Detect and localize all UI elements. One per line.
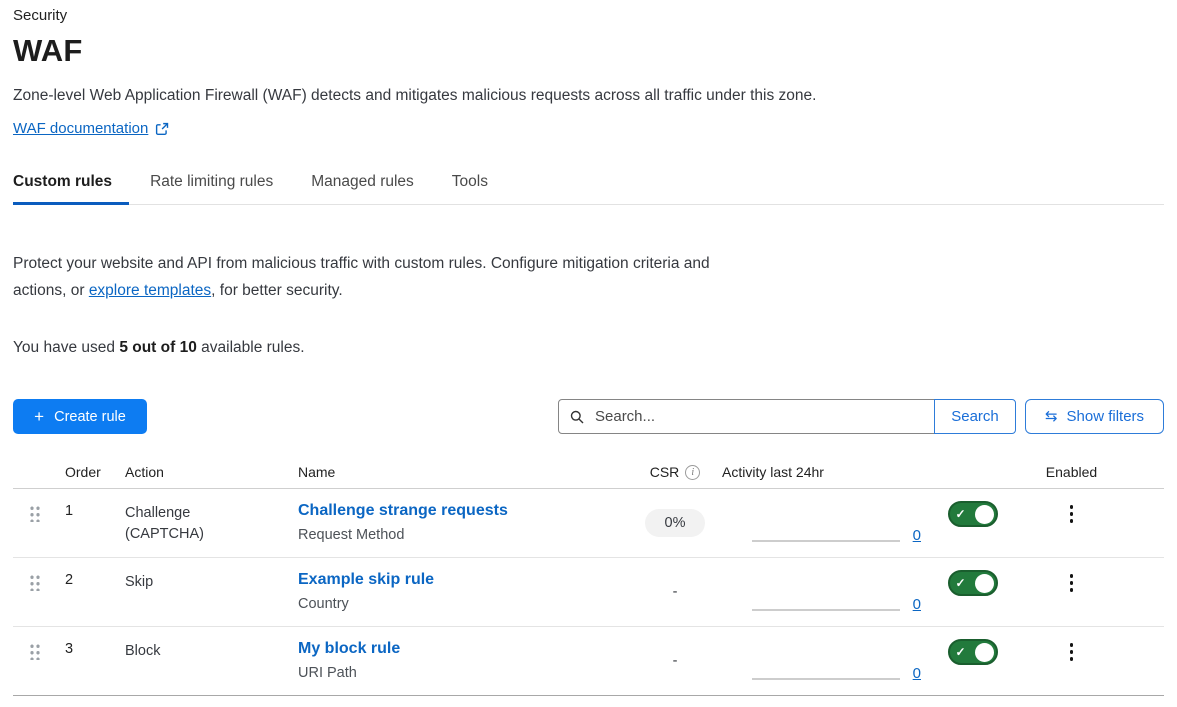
toggle-knob — [975, 574, 994, 593]
rule-name-link[interactable]: Example skip rule — [298, 570, 434, 589]
create-rule-button[interactable]: + Create rule — [13, 399, 147, 434]
csr-value: - — [673, 653, 678, 669]
rules-toolbar: + Create rule Search ⇆ Show filters — [13, 399, 1164, 434]
enabled-toggle[interactable]: ✓ — [948, 570, 998, 596]
search-box — [558, 399, 935, 434]
page-description: Zone-level Web Application Firewall (WAF… — [13, 87, 1164, 105]
plus-icon: + — [34, 408, 44, 425]
rule-order: 1 — [65, 489, 125, 519]
tab-rate-limiting-rules[interactable]: Rate limiting rules — [150, 173, 273, 204]
drag-handle-icon[interactable] — [29, 505, 40, 522]
activity-count-link[interactable]: 0 — [913, 599, 921, 611]
search-button[interactable]: Search — [934, 399, 1016, 434]
toggle-knob — [975, 643, 994, 662]
rules-table-header: Order Action Name CSR i Activity last 24… — [13, 464, 1164, 489]
activity-count-link[interactable]: 0 — [913, 530, 921, 542]
external-link-icon — [155, 122, 169, 136]
kebab-menu-icon[interactable] — [1064, 572, 1080, 594]
drag-cell — [13, 627, 65, 660]
header-activity: Activity last 24hr — [722, 464, 921, 480]
search-icon — [570, 410, 584, 424]
enabled-cell: ✓ — [921, 558, 1024, 596]
custom-rules-intro: Protect your website and API from malici… — [13, 250, 750, 304]
csr-cell: - — [628, 558, 722, 626]
rules-usage-text: You have used 5 out of 10 available rule… — [13, 339, 1164, 357]
rule-action: Skip — [125, 558, 298, 593]
menu-cell — [1024, 627, 1119, 663]
show-filters-label: Show filters — [1067, 408, 1145, 425]
page-title: WAF — [13, 33, 1164, 69]
activity-sparkline — [752, 540, 900, 542]
waf-page: Security WAF Zone-level Web Application … — [0, 0, 1177, 696]
usage-after: available rules. — [197, 339, 305, 356]
toggle-knob — [975, 505, 994, 524]
rule-order: 3 — [65, 627, 125, 657]
menu-cell — [1024, 489, 1119, 525]
header-enabled: Enabled — [1024, 464, 1119, 480]
rule-criteria: URI Path — [298, 665, 628, 681]
table-body: 1 Challenge (CAPTCHA) Challenge strange … — [13, 489, 1164, 696]
rule-action: Block — [125, 627, 298, 662]
usage-count: 5 out of 10 — [119, 339, 197, 356]
drag-cell — [13, 489, 65, 522]
table-row: 3 Block My block rule URI Path - 0 ✓ — [13, 627, 1164, 696]
enabled-toggle[interactable]: ✓ — [948, 639, 998, 665]
check-icon: ✓ — [956, 646, 966, 658]
rule-name-cell: Example skip rule Country — [298, 558, 628, 612]
rule-name-link[interactable]: Challenge strange requests — [298, 501, 508, 520]
rule-order: 2 — [65, 558, 125, 588]
menu-cell — [1024, 558, 1119, 594]
header-csr: CSR i — [628, 464, 722, 480]
table-row: 1 Challenge (CAPTCHA) Challenge strange … — [13, 489, 1164, 558]
header-name: Name — [298, 464, 628, 480]
search-input[interactable] — [593, 407, 923, 426]
enabled-cell: ✓ — [921, 627, 1024, 665]
check-icon: ✓ — [956, 508, 966, 520]
activity-sparkline — [752, 609, 900, 611]
create-rule-label: Create rule — [54, 409, 126, 425]
rule-criteria: Request Method — [298, 527, 628, 543]
kebab-menu-icon[interactable] — [1064, 641, 1080, 663]
tab-custom-rules[interactable]: Custom rules — [13, 173, 112, 204]
toolbar-right-group: Search ⇆ Show filters — [558, 399, 1164, 434]
enabled-toggle[interactable]: ✓ — [948, 501, 998, 527]
doc-link-row: WAF documentation — [13, 120, 1164, 137]
enabled-cell: ✓ — [921, 489, 1024, 527]
tab-tools[interactable]: Tools — [452, 173, 488, 204]
drag-cell — [13, 558, 65, 591]
csr-cell: 0% — [628, 489, 722, 557]
table-row: 2 Skip Example skip rule Country - 0 ✓ — [13, 558, 1164, 627]
explore-templates-link[interactable]: explore templates — [89, 282, 211, 299]
activity-sparkline — [752, 678, 900, 680]
csr-value: - — [673, 584, 678, 600]
activity-cell: 0 — [722, 489, 921, 557]
csr-value: 0% — [645, 509, 706, 537]
usage-before: You have used — [13, 339, 119, 356]
breadcrumb-security: Security — [13, 0, 1164, 24]
drag-handle-icon[interactable] — [29, 643, 40, 660]
header-order: Order — [65, 464, 125, 480]
check-icon: ✓ — [956, 577, 966, 589]
rule-criteria: Country — [298, 596, 628, 612]
tab-managed-rules[interactable]: Managed rules — [311, 173, 414, 204]
rule-action: Challenge (CAPTCHA) — [125, 489, 298, 545]
rule-name-cell: Challenge strange requests Request Metho… — [298, 489, 628, 543]
intro-text-after: , for better security. — [211, 282, 343, 299]
rule-name-link[interactable]: My block rule — [298, 639, 400, 658]
kebab-menu-icon[interactable] — [1064, 503, 1080, 525]
swap-arrows-icon: ⇆ — [1045, 409, 1058, 424]
header-csr-label: CSR — [650, 464, 680, 480]
waf-tab-bar: Custom rules Rate limiting rules Managed… — [13, 173, 1164, 205]
rule-name-cell: My block rule URI Path — [298, 627, 628, 681]
drag-handle-icon[interactable] — [29, 574, 40, 591]
csr-cell: - — [628, 627, 722, 695]
info-icon[interactable]: i — [685, 465, 700, 480]
header-action: Action — [125, 464, 298, 480]
waf-documentation-link[interactable]: WAF documentation — [13, 120, 148, 137]
activity-count-link[interactable]: 0 — [913, 668, 921, 680]
activity-cell: 0 — [722, 558, 921, 626]
activity-cell: 0 — [722, 627, 921, 695]
show-filters-button[interactable]: ⇆ Show filters — [1025, 399, 1164, 434]
